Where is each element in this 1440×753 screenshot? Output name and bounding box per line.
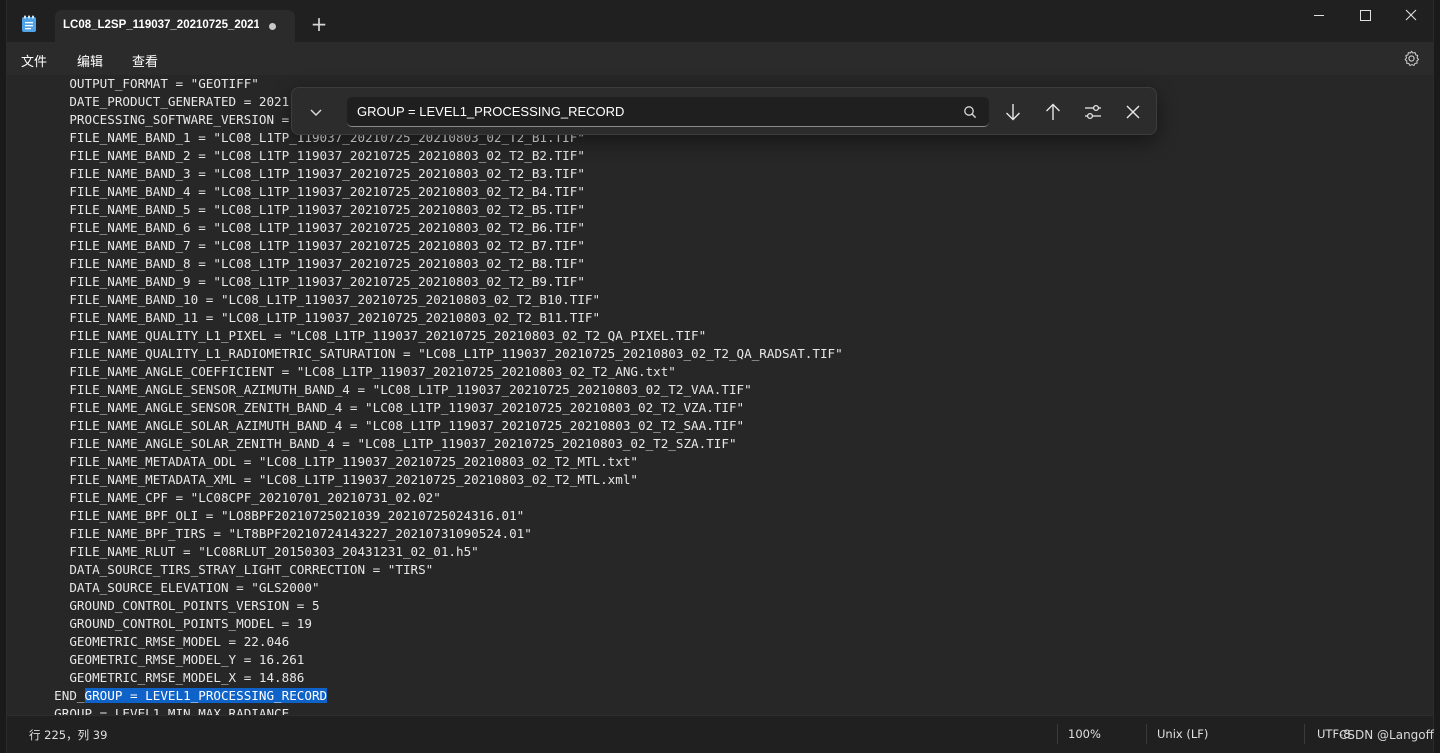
text-line: FILE_NAME_BAND_11 = "LC08_L1TP_119037_20… [39, 310, 601, 325]
find-panel: GROUP = LEVEL1_PROCESSING_RECORD [291, 87, 1157, 135]
editor-lines: OUTPUT_FORMAT = "GEOTIFF" DATE_PRODUCT_G… [39, 75, 1419, 715]
menu-file[interactable]: 文件 [21, 51, 47, 70]
status-divider [1057, 724, 1058, 744]
text-line: FILE_NAME_BAND_2 = "LC08_L1TP_119037_202… [39, 148, 585, 163]
text-line: FILE_NAME_BAND_4 = "LC08_L1TP_119037_202… [39, 184, 585, 199]
text-line: GEOMETRIC_RMSE_MODEL_Y = 16.261 [39, 652, 305, 667]
text-line: DATA_SOURCE_ELEVATION = "GLS2000" [39, 580, 320, 595]
line-ending: Unix (LF) [1157, 727, 1209, 741]
text-line: FILE_NAME_CPF = "LC08CPF_20210701_202107… [39, 490, 441, 505]
text-line: FILE_NAME_BAND_6 = "LC08_L1TP_119037_202… [39, 220, 585, 235]
tab-title: LC08_L2SP_119037_20210725_20210803_02_T1… [63, 19, 259, 31]
menu-view[interactable]: 查看 [132, 51, 158, 70]
find-next-button[interactable] [1002, 101, 1024, 123]
text-selection[interactable]: GROUP = LEVEL1_PROCESSING_RECORD [84, 688, 328, 703]
search-icon[interactable] [963, 105, 977, 119]
text-line: GROUND_CONTROL_POINTS_VERSION = 5 [39, 598, 320, 613]
find-previous-button[interactable] [1042, 101, 1064, 123]
settings-gear-icon[interactable] [1403, 50, 1420, 67]
cursor-position: 行 225，列 39 [29, 728, 108, 742]
text-line: DATA_SOURCE_TIRS_STRAY_LIGHT_CORRECTION … [39, 562, 434, 577]
close-window-button[interactable] [1388, 0, 1434, 32]
text-line: FILE_NAME_ANGLE_SENSOR_ZENITH_BAND_4 = "… [39, 400, 745, 415]
text-line: GROUP = LEVEL1_MIN_MAX_RADIANCE [39, 706, 290, 715]
menu-bar: 文件 编辑 查看 [7, 42, 1433, 75]
text-line: FILE_NAME_BPF_TIRS = "LT8BPF202107241432… [39, 526, 532, 541]
status-divider [1304, 724, 1305, 744]
text-line: FILE_NAME_QUALITY_L1_RADIOMETRIC_SATURAT… [39, 346, 843, 361]
text-line: GEOMETRIC_RMSE_MODEL_X = 14.886 [39, 670, 305, 685]
text-line: FILE_NAME_METADATA_XML = "LC08_L1TP_1190… [39, 472, 638, 487]
text-line: FILE_NAME_METADATA_ODL = "LC08_L1TP_1190… [39, 454, 638, 469]
selected-text-line: END_GROUP = LEVEL1_PROCESSING_RECORD [39, 687, 1419, 705]
watermark: CSDN @Langoff [1339, 728, 1434, 742]
text-line: FILE_NAME_ANGLE_SOLAR_AZIMUTH_BAND_4 = "… [39, 418, 745, 433]
text-line: FILE_NAME_BAND_5 = "LC08_L1TP_119037_202… [39, 202, 585, 217]
text-line: FILE_NAME_BAND_3 = "LC08_L1TP_119037_202… [39, 166, 585, 181]
status-divider [1146, 724, 1147, 744]
menu-edit[interactable]: 编辑 [77, 51, 103, 70]
text-line: FILE_NAME_BPF_OLI = "LO8BPF2021072502103… [39, 508, 525, 523]
text-editor[interactable]: OUTPUT_FORMAT = "GEOTIFF" DATE_PRODUCT_G… [7, 75, 1433, 715]
notepad-window: LC08_L2SP_119037_20210725_20210803_02_T1… [6, 0, 1434, 753]
tab-modified-dot-icon[interactable] [269, 23, 276, 30]
status-bar: 行 225，列 39 100% Unix (LF) UTF-8 CSDN @La… [7, 715, 1434, 753]
text-line: FILE_NAME_RLUT = "LC08RLUT_20150303_2043… [39, 544, 479, 559]
new-tab-button[interactable]: + [309, 14, 329, 34]
title-bar[interactable]: LC08_L2SP_119037_20210725_20210803_02_T1… [7, 0, 1433, 42]
maximize-button[interactable] [1342, 0, 1388, 32]
minimize-button[interactable] [1296, 0, 1342, 32]
text-line: FILE_NAME_BAND_7 = "LC08_L1TP_119037_202… [39, 238, 585, 253]
text-line: FILE_NAME_BAND_9 = "LC08_L1TP_119037_202… [39, 274, 585, 289]
line-prefix: END_ [39, 688, 85, 703]
text-line: FILE_NAME_QUALITY_L1_PIXEL = "LC08_L1TP_… [39, 328, 707, 343]
text-line: GROUND_CONTROL_POINTS_MODEL = 19 [39, 616, 312, 631]
find-options-button[interactable] [1082, 101, 1104, 123]
find-input-text[interactable]: GROUP = LEVEL1_PROCESSING_RECORD [357, 104, 947, 119]
chevron-down-icon[interactable] [308, 104, 324, 120]
find-close-button[interactable] [1122, 101, 1144, 123]
text-line: FILE_NAME_ANGLE_SENSOR_AZIMUTH_BAND_4 = … [39, 382, 752, 397]
text-line: FILE_NAME_ANGLE_SOLAR_ZENITH_BAND_4 = "L… [39, 436, 737, 451]
text-line: FILE_NAME_ANGLE_COEFFICIENT = "LC08_L1TP… [39, 364, 676, 379]
tab-document[interactable]: LC08_L2SP_119037_20210725_20210803_02_T1… [55, 10, 295, 42]
text-line: GEOMETRIC_RMSE_MODEL = 22.046 [39, 634, 290, 649]
zoom-level: 100% [1068, 727, 1101, 741]
find-input[interactable]: GROUP = LEVEL1_PROCESSING_RECORD [347, 97, 989, 127]
text-line: FILE_NAME_BAND_8 = "LC08_L1TP_119037_202… [39, 256, 585, 271]
text-line: FILE_NAME_BAND_10 = "LC08_L1TP_119037_20… [39, 292, 601, 307]
notepad-icon [22, 15, 36, 32]
